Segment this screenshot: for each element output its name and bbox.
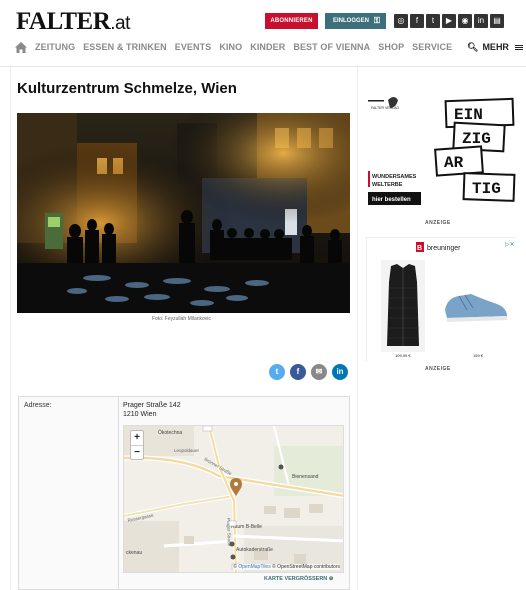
nav-item-zeitung[interactable]: ZEITUNG (35, 42, 75, 52)
ad-breuninger-art: B breuninger ▷✕ 109,99 € 159 € (367, 238, 517, 362)
nav-item-kinder[interactable]: KINDER (250, 42, 285, 52)
share-email-icon[interactable]: ✉ (311, 364, 327, 380)
menu-icon (515, 44, 524, 51)
ad-falter-verlag[interactable]: FALTER VERLAG EIN ZIG AR TIG WUNDERSAMES… (366, 78, 516, 216)
nav-item-events[interactable]: EVENTS (175, 42, 212, 52)
falter-logo[interactable]: FALTER.at (16, 8, 130, 36)
zoom-magnifier-icon: ⊕ (328, 576, 334, 582)
logo-main: FALTER (16, 8, 111, 35)
nav-item-essen-trinken[interactable]: ESSEN & TRINKEN (83, 42, 167, 52)
share-linkedin-icon[interactable]: in (332, 364, 348, 380)
map-attribution-prefix: © (233, 564, 237, 570)
site-header: FALTER.at ABONNIEREN EINLOGGEN ⚿ ◎ f t ▶… (0, 0, 526, 40)
instagram-icon[interactable]: ◉ (458, 14, 472, 28)
share-buttons: t f ✉ in (269, 364, 348, 380)
key-icon: ⚿ (373, 16, 380, 25)
enlarge-map-label: KARTE VERGRÖSSERN (264, 576, 328, 582)
ad-word-1: EIN (454, 106, 483, 124)
ad-price-1: 109,99 € (395, 353, 411, 358)
social-links: ◎ f t ▶ ◉ in ▤ (394, 14, 504, 28)
venue-photo (17, 113, 350, 313)
svg-text:B: B (417, 245, 422, 252)
nav-more-button[interactable]: 🔍︎ MEHR (467, 42, 524, 53)
map-label-ckenau: ckenau (126, 550, 142, 556)
ad-label-2: ANZEIGE (425, 366, 451, 372)
search-icon: 🔍︎ (467, 42, 479, 52)
nav-items: ZEITUNG ESSEN & TRINKEN EVENTS KINO KIND… (35, 42, 452, 52)
home-icon[interactable] (15, 42, 27, 53)
map-label-autokader: Autokaderstraße (236, 547, 273, 553)
ad-price-2: 159 € (473, 353, 484, 358)
main-nav: ZEITUNG ESSEN & TRINKEN EVENTS KINO KIND… (0, 40, 526, 58)
map-attribution: © OpenMapTiles © OpenStreetMap contribut… (233, 564, 340, 570)
zoom-in-button[interactable]: + (131, 431, 143, 445)
subscribe-button[interactable]: ABONNIEREN (265, 13, 318, 29)
login-label: EINLOGGEN (333, 18, 370, 24)
nav-more-label: MEHR (482, 42, 509, 52)
location-map[interactable]: Ökotechna Leopoldauer Brünner Straße Bie… (123, 425, 344, 573)
address-label: Adresse: (24, 402, 52, 409)
newsletter-icon[interactable]: ▤ (490, 14, 504, 28)
ad-subline-1: WUNDERSAMES (372, 174, 417, 180)
nav-item-service[interactable]: SERVICE (412, 42, 452, 52)
ad-brand: breuninger (427, 245, 461, 252)
ad-falter-logo-text: FALTER VERLAG (371, 106, 399, 110)
info-divider (118, 397, 119, 590)
ad-label-1: ANZEIGE (425, 220, 451, 226)
twitter-icon[interactable]: t (426, 14, 440, 28)
ad-word-2: ZIG (462, 130, 491, 148)
map-zoom-control: + − (130, 430, 144, 460)
address-street: Prager Straße 142 (123, 402, 181, 409)
ad-info-icon[interactable]: ▷✕ (505, 242, 515, 248)
ad-word-3: AR (444, 154, 464, 172)
share-facebook-icon[interactable]: f (290, 364, 306, 380)
ad-falter-verlag-art: FALTER VERLAG EIN ZIG AR TIG WUNDERSAMES… (366, 78, 516, 216)
photo-caption: Foto: Feyzullah Milankovic (152, 316, 211, 322)
nav-item-best-of-vienna[interactable]: BEST OF VIENNA (293, 42, 370, 52)
enlarge-map-link[interactable]: KARTE VERGRÖSSERN ⊕ (264, 576, 333, 582)
openmaptiles-link[interactable]: OpenMapTiles (238, 564, 270, 570)
facebook-icon[interactable]: f (410, 14, 424, 28)
venue-photo-image (17, 113, 350, 313)
ad-subline-2: WELTERBE (372, 182, 403, 188)
ad-breuninger[interactable]: B breuninger ▷✕ 109,99 € 159 € (366, 237, 517, 362)
zoom-out-button[interactable]: − (131, 445, 143, 459)
nav-item-shop[interactable]: SHOP (378, 42, 404, 52)
map-label-oekotechna: Ökotechna (158, 429, 182, 436)
page-title: Kulturzentrum Schmelze, Wien (17, 80, 237, 97)
share-twitter-icon[interactable]: t (269, 364, 285, 380)
map-label-leopoldauer: Leopoldauer (174, 448, 200, 453)
map-canvas[interactable]: Ökotechna Leopoldauer Brünner Straße Bie… (124, 426, 344, 573)
ad-cta: hier bestellen (372, 197, 411, 203)
address-city: 1210 Wien (123, 411, 157, 418)
login-button[interactable]: EINLOGGEN ⚿ (325, 13, 386, 29)
linkedin-icon[interactable]: in (474, 14, 488, 28)
ad-word-4: TIG (472, 180, 501, 198)
logo-tld: .at (110, 13, 130, 34)
youtube-icon[interactable]: ▶ (442, 14, 456, 28)
map-attribution-suffix: © OpenStreetMap contributors (272, 564, 340, 570)
map-label-bienensand: Bienensand (292, 474, 319, 480)
nav-item-kino[interactable]: KINO (219, 42, 242, 52)
venue-info-table: Adresse: Prager Straße 142 1210 Wien Öko… (18, 396, 350, 590)
instagram-alt-icon[interactable]: ◎ (394, 14, 408, 28)
